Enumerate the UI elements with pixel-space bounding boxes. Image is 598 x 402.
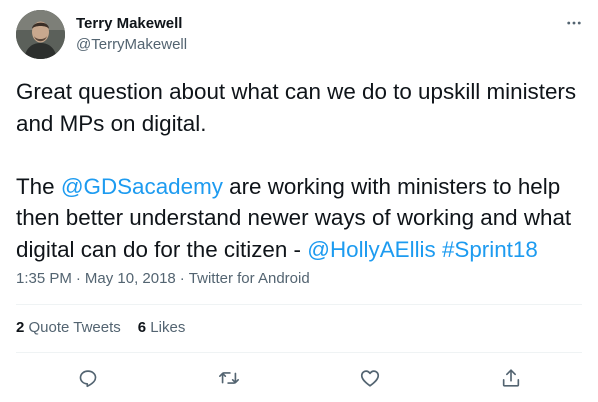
more-options-button[interactable]	[562, 11, 586, 35]
separator: ·	[179, 270, 185, 287]
tweet-source-link[interactable]: Twitter for Android	[189, 270, 310, 287]
tweet-paragraph-1: Great question about what can we do to u…	[16, 79, 577, 136]
tweet-metadata: 1:35 PM · May 10, 2018 · Twitter for Android	[16, 269, 310, 289]
likes-link[interactable]: 6 Likes	[138, 318, 186, 338]
tweet-date-link[interactable]: May 10, 2018	[85, 270, 176, 287]
more-horizontal-icon	[567, 21, 581, 25]
avatar-image	[16, 10, 65, 59]
hashtag-sprint18-link[interactable]: #Sprint18	[442, 237, 538, 262]
separator: ·	[75, 270, 81, 287]
heart-icon	[360, 370, 380, 387]
tweet-text-segment: The	[16, 173, 61, 199]
author-name[interactable]: Terry Makewell	[76, 15, 182, 33]
share-button[interactable]	[499, 366, 523, 390]
mention-gdsacademy-link[interactable]: @GDSacademy	[61, 174, 223, 199]
avatar[interactable]	[16, 10, 65, 59]
share-icon	[502, 369, 520, 387]
author-handle[interactable]: @TerryMakewell	[76, 36, 187, 54]
reply-icon	[79, 370, 97, 388]
retweet-button[interactable]	[217, 366, 241, 390]
like-button[interactable]	[358, 366, 382, 390]
engagement-stats: 2 Quote Tweets 6 Likes	[16, 318, 185, 338]
tweet-time-link[interactable]: 1:35 PM	[16, 270, 72, 287]
likes-count: 6	[137, 319, 147, 336]
retweet-icon	[219, 372, 239, 384]
divider	[16, 352, 582, 353]
likes-label: Likes	[146, 319, 186, 336]
divider	[16, 304, 582, 305]
tweet-text: Great question about what can we do to u…	[16, 76, 586, 265]
mention-hollyaellis-link[interactable]: @HollyAEllis	[307, 237, 435, 262]
quote-tweets-link[interactable]: 2 Quote Tweets	[16, 318, 121, 338]
tweet-paragraph-2: The @GDSacademy are working with ministe…	[16, 171, 586, 266]
reply-button[interactable]	[76, 366, 100, 390]
quote-tweets-label: Quote Tweets	[24, 319, 121, 336]
